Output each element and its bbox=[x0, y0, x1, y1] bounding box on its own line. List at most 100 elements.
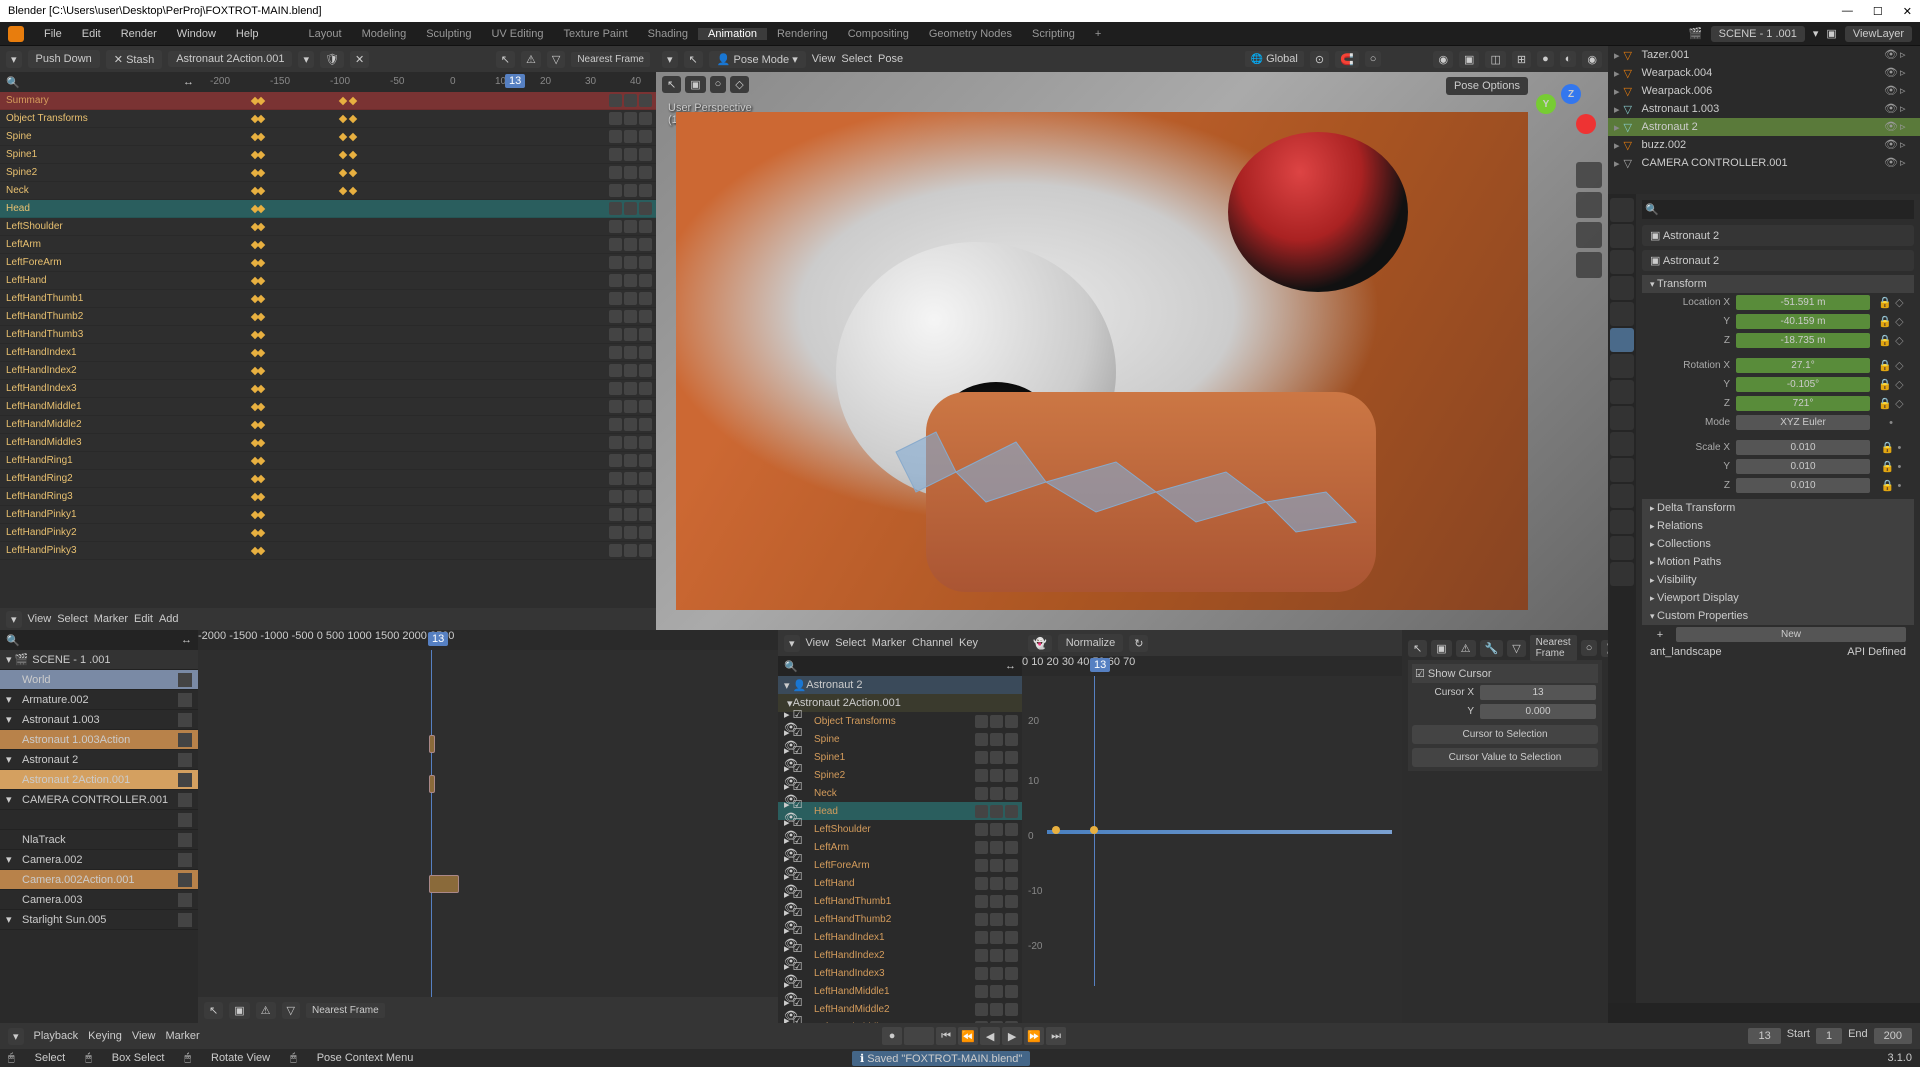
pivot-icon[interactable]: ⊙ bbox=[1310, 51, 1329, 68]
mute-icon[interactable] bbox=[990, 967, 1003, 980]
modifier-icon[interactable] bbox=[975, 859, 988, 872]
keying-menu[interactable]: Keying bbox=[88, 1030, 122, 1042]
lock-icon[interactable] bbox=[1005, 751, 1018, 764]
shading-solid-icon[interactable]: ● bbox=[1537, 51, 1554, 67]
snap-dropdown[interactable]: Nearest Frame bbox=[306, 1003, 385, 1018]
checkbox[interactable] bbox=[178, 873, 192, 887]
keyframe[interactable] bbox=[339, 133, 347, 141]
nla-ruler[interactable]: -2000 -1500 -1000 -500 0 13 500 1000 150… bbox=[198, 630, 778, 650]
start-frame-input[interactable]: 1 bbox=[1816, 1028, 1842, 1044]
mute-icon[interactable] bbox=[990, 751, 1003, 764]
viewlayer-selector[interactable]: ViewLayer bbox=[1845, 26, 1912, 42]
channel-row[interactable]: Object Transforms bbox=[0, 110, 656, 128]
tab-boneconstraint-icon[interactable] bbox=[1610, 510, 1634, 534]
mode-selector[interactable]: 👤 Pose Mode ▾ bbox=[709, 51, 806, 68]
tab-physics-icon[interactable] bbox=[1610, 406, 1634, 430]
modifier-icon[interactable] bbox=[975, 841, 988, 854]
editor-type-icon[interactable]: ▾ bbox=[662, 51, 678, 68]
curve-canvas[interactable]: 20 10 0 -10 -20 bbox=[1022, 676, 1402, 986]
checkbox[interactable] bbox=[178, 913, 192, 927]
tab-constraint-icon[interactable] bbox=[1610, 432, 1634, 456]
workspace-animation[interactable]: Animation bbox=[698, 28, 767, 40]
modifier-icon[interactable] bbox=[975, 805, 988, 818]
channel-row[interactable]: Summary bbox=[0, 92, 656, 110]
lock-icon[interactable] bbox=[1005, 1003, 1018, 1016]
bound-icon[interactable]: ▣ bbox=[229, 1002, 249, 1019]
keyframe[interactable] bbox=[257, 385, 265, 393]
view-menu[interactable]: View bbox=[132, 1030, 156, 1042]
workspace-layout[interactable]: Layout bbox=[299, 28, 352, 40]
select-menu[interactable]: Select bbox=[57, 613, 88, 625]
graph-frame-marker[interactable]: 13 bbox=[1090, 658, 1110, 672]
play-icon[interactable]: ▶ bbox=[1002, 1027, 1022, 1045]
xray-icon[interactable]: ◫ bbox=[1485, 51, 1505, 68]
show-cursor-toggle[interactable]: ☑ Show Cursor bbox=[1412, 664, 1598, 683]
selectable-icon[interactable]: ▹ bbox=[1900, 156, 1914, 170]
current-frame-marker[interactable]: 13 bbox=[505, 74, 525, 88]
channel-row[interactable]: Spine bbox=[0, 128, 656, 146]
graph-channel-row[interactable]: ▸ ☑ 👁 LeftArm bbox=[778, 838, 1022, 856]
cursor-icon[interactable]: ↖ bbox=[1408, 640, 1427, 657]
workspace-rendering[interactable]: Rendering bbox=[767, 28, 838, 40]
marker-menu[interactable]: Marker bbox=[94, 613, 128, 625]
nla-item[interactable]: ▾ Astronaut 1.003 bbox=[0, 710, 198, 730]
overlay-icon[interactable]: ▣ bbox=[1459, 51, 1479, 68]
disclosure-icon[interactable]: ▾ bbox=[6, 853, 18, 866]
keyframe[interactable] bbox=[339, 187, 347, 195]
keyframe[interactable] bbox=[257, 205, 265, 213]
maximize-icon[interactable]: ☐ bbox=[1873, 5, 1883, 18]
selectable-icon[interactable]: ▹ bbox=[1900, 120, 1914, 134]
workspace-compositing[interactable]: Compositing bbox=[838, 28, 919, 40]
graph-channel-row[interactable]: ▸ ☑ 👁 LeftHandIndex1 bbox=[778, 928, 1022, 946]
disclosure-icon[interactable]: ▸ bbox=[1614, 121, 1620, 134]
disclosure-icon[interactable]: ▾ bbox=[6, 693, 18, 706]
mute-icon[interactable] bbox=[990, 841, 1003, 854]
keyframe[interactable] bbox=[257, 529, 265, 537]
normalize-button[interactable]: Normalize bbox=[1058, 634, 1124, 652]
editor-type-icon[interactable]: ▾ bbox=[6, 611, 22, 628]
shading-material-icon[interactable]: ◐ bbox=[1560, 51, 1577, 67]
select-box-icon[interactable]: ▣ bbox=[685, 76, 705, 93]
autokey-icon[interactable]: ● bbox=[882, 1027, 902, 1045]
menu-help[interactable]: Help bbox=[226, 28, 269, 40]
graph-channel-row[interactable]: ▸ ☑ 👁 Head bbox=[778, 802, 1022, 820]
keyframe[interactable] bbox=[257, 349, 265, 357]
nla-strip[interactable] bbox=[429, 875, 459, 893]
nla-item[interactable]: Astronaut 1.003Action bbox=[0, 730, 198, 750]
bound-icon[interactable]: ▣ bbox=[1431, 640, 1451, 657]
keyframe[interactable] bbox=[349, 187, 357, 195]
lock-icon[interactable] bbox=[1005, 769, 1018, 782]
select-circle-icon[interactable]: ○ bbox=[710, 76, 727, 93]
channel-row[interactable]: LeftHandRing1 bbox=[0, 452, 656, 470]
key-menu[interactable]: Key bbox=[959, 637, 978, 649]
custom-properties-section[interactable]: Custom Properties bbox=[1642, 607, 1914, 625]
scale-z-input[interactable]: 0.010 bbox=[1736, 478, 1870, 493]
visibility-icon[interactable]: 👁 bbox=[1884, 102, 1898, 116]
lock-icon[interactable] bbox=[1005, 913, 1018, 926]
keyframe[interactable] bbox=[257, 403, 265, 411]
mute-icon[interactable] bbox=[990, 985, 1003, 998]
data-name-field[interactable]: ▣ Astronaut 2 bbox=[1642, 250, 1914, 271]
tab-texture-icon[interactable] bbox=[1610, 562, 1634, 586]
keyframe[interactable] bbox=[257, 457, 265, 465]
transform-section[interactable]: Transform bbox=[1642, 275, 1914, 293]
tab-bone-icon[interactable] bbox=[1610, 484, 1634, 508]
nla-item[interactable]: ▾ Camera.002 bbox=[0, 850, 198, 870]
lock-icon[interactable] bbox=[1005, 1021, 1018, 1024]
relations-section[interactable]: Relations bbox=[1642, 517, 1914, 535]
mute-icon[interactable] bbox=[990, 733, 1003, 746]
graph-channel-row[interactable]: ▸ ☑ 👁 LeftHandMiddle3 bbox=[778, 1018, 1022, 1023]
keyframe[interactable] bbox=[257, 367, 265, 375]
nla-item[interactable]: Camera.003 bbox=[0, 890, 198, 910]
add-property-icon[interactable]: + bbox=[1650, 629, 1670, 641]
graph-channel-row[interactable]: ▸ ☑ 👁 LeftShoulder bbox=[778, 820, 1022, 838]
modifier-icon[interactable] bbox=[975, 985, 988, 998]
delta-transform-section[interactable]: Delta Transform bbox=[1642, 499, 1914, 517]
visibility-icon[interactable]: 👁 bbox=[1884, 120, 1898, 134]
workspace-shading[interactable]: Shading bbox=[638, 28, 698, 40]
mute-icon[interactable] bbox=[990, 949, 1003, 962]
rotation-mode-dropdown[interactable]: XYZ Euler bbox=[1736, 415, 1870, 430]
keyframe[interactable] bbox=[257, 511, 265, 519]
stash-button[interactable]: ✕ Stash bbox=[106, 50, 162, 69]
nla-scene-row[interactable]: ▾ 🎬 SCENE - 1 .001 bbox=[0, 650, 198, 670]
